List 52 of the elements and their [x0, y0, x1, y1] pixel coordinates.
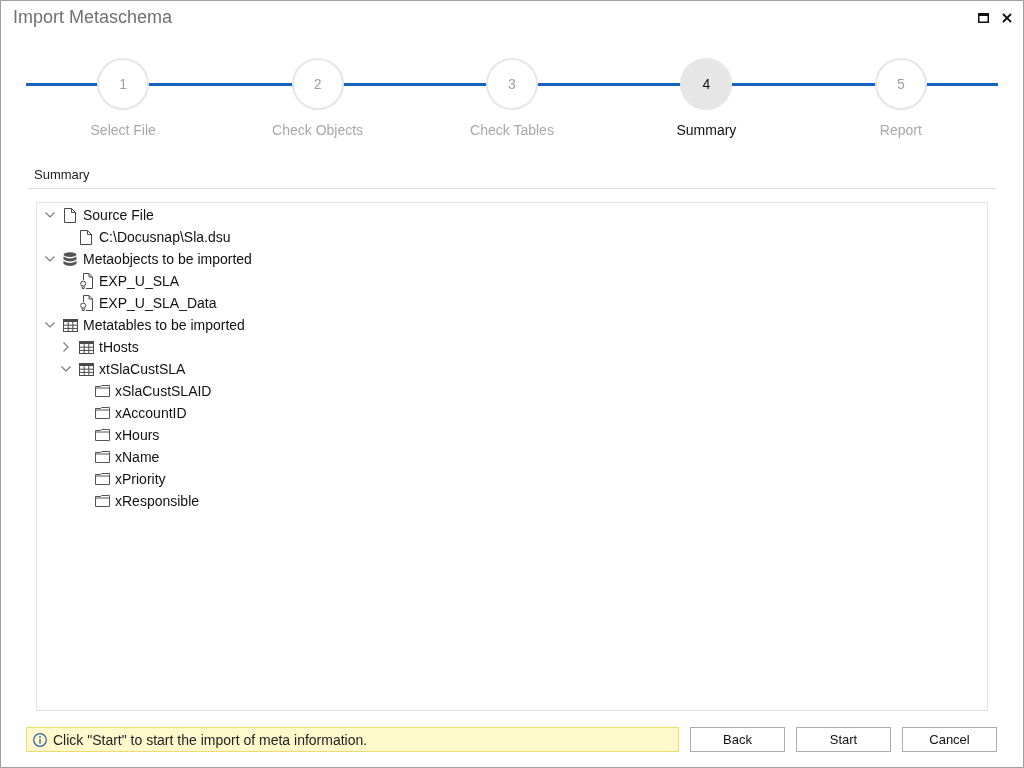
step-circle: 5: [874, 58, 927, 110]
table-icon: [78, 340, 94, 354]
table-icon: [78, 362, 94, 376]
step-circle: 4: [680, 58, 733, 110]
folder-icon: [94, 407, 110, 419]
dialog-button[interactable]: Cancel: [902, 727, 997, 752]
step-circle: 1: [97, 58, 150, 110]
window-title: Import Metaschema: [13, 7, 174, 28]
folder-icon: [94, 429, 110, 441]
step-label: Check Objects: [272, 121, 364, 139]
folder-icon: [94, 385, 110, 397]
folder-icon: [94, 473, 110, 485]
dialog-button[interactable]: Back: [690, 727, 785, 752]
tree-node-text[interactable]: xtSlaCustSLA: [99, 361, 186, 377]
file-icon: [64, 207, 76, 223]
folder-icon: [94, 451, 110, 463]
tree-node-text[interactable]: xName: [115, 449, 160, 465]
step-label: Select File: [90, 121, 156, 139]
tree-node-text[interactable]: xSlaCustSLAID: [115, 383, 212, 399]
tree-node-text[interactable]: xResponsible: [115, 493, 200, 509]
dialog-button[interactable]: Start: [796, 727, 891, 752]
step-circle: 3: [486, 58, 538, 110]
step-label: Report: [879, 121, 922, 139]
step-label: Check Tables: [470, 121, 554, 139]
tree-node-text[interactable]: Source File: [83, 207, 154, 223]
tree-node-text[interactable]: C:\Docusnap\Sla.dsu: [99, 229, 231, 245]
chevron-down-icon[interactable]: [45, 256, 55, 262]
file-icon: [80, 229, 92, 245]
chevron-down-icon[interactable]: [45, 322, 55, 328]
tree-node-text[interactable]: Metatables to be imported: [83, 317, 245, 333]
tree-node-text[interactable]: xHours: [115, 427, 160, 443]
step-circle: 2: [291, 58, 344, 110]
chevron-right-icon[interactable]: [63, 342, 69, 352]
info-icon: [33, 732, 47, 747]
database-icon: [63, 251, 77, 267]
document-bulb-icon: [79, 295, 93, 311]
folder-icon: [94, 495, 110, 507]
tree-node-text[interactable]: EXP_U_SLA: [99, 273, 180, 289]
tree-node-text[interactable]: xPriority: [115, 471, 166, 487]
tree-node-text[interactable]: xAccountID: [115, 405, 187, 421]
maximize-icon[interactable]: [978, 12, 989, 23]
chevron-down-icon[interactable]: [45, 212, 55, 218]
table-icon: [62, 318, 78, 332]
step-label: Summary: [676, 121, 737, 139]
info-text: Click "Start" to start the import of meta information.: [53, 731, 368, 748]
section-title: Summary: [34, 167, 90, 183]
tree-node-text[interactable]: Metaobjects to be imported: [83, 251, 252, 267]
tree-node-text[interactable]: EXP_U_SLA_Data: [99, 295, 217, 311]
close-icon[interactable]: [1002, 12, 1012, 23]
chevron-down-icon[interactable]: [61, 366, 71, 372]
tree-node-text[interactable]: tHosts: [99, 339, 139, 355]
document-bulb-icon: [79, 273, 93, 289]
